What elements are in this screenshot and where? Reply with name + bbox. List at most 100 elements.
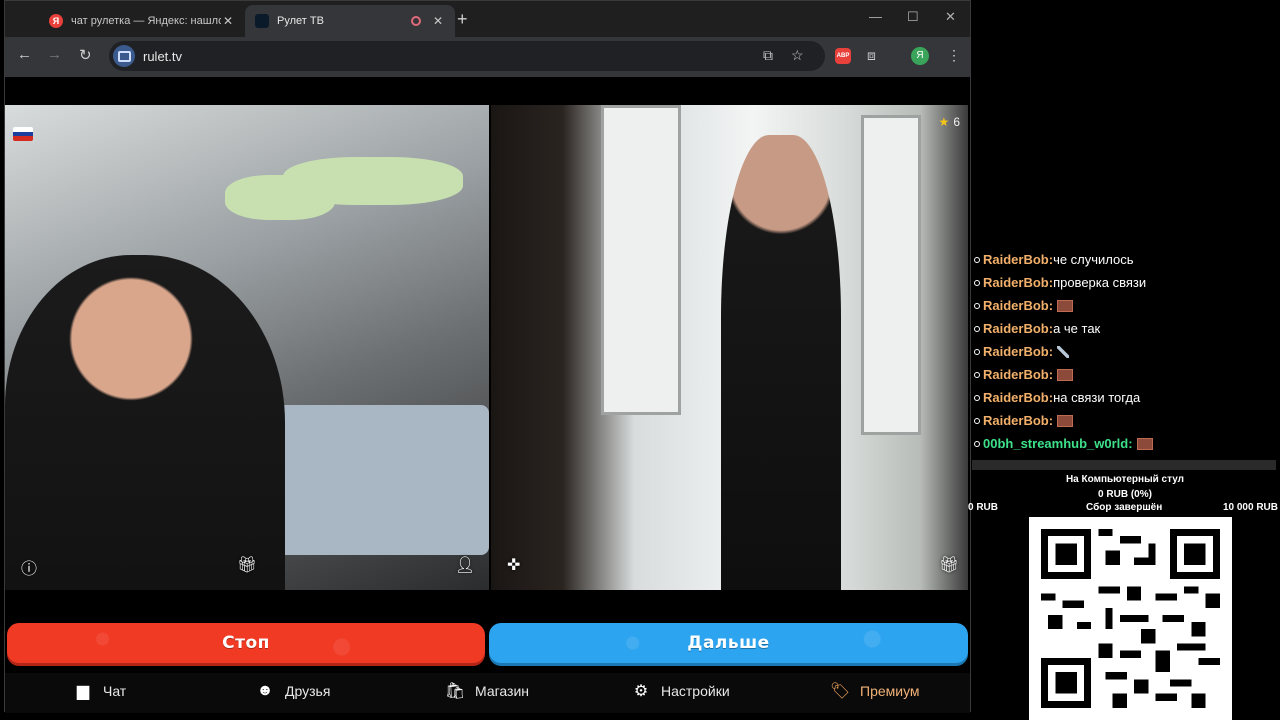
chat-text: че случилось: [1053, 252, 1134, 267]
chat-bullet-icon: [974, 256, 980, 263]
chat-username: RaiderBob:: [983, 252, 1054, 267]
chat-message: 00bh_streamhub_w0rld:: [972, 432, 1280, 455]
tab-bar: Я чат рулетка — Яндекс: нашлось ✕ Рулет …: [5, 1, 970, 37]
chat-message: RaiderBob:: [972, 340, 1280, 363]
donation-title: На Компьютерный стул: [1065, 474, 1185, 485]
chat-text: а че так: [1053, 321, 1101, 336]
bottom-nav: ▆ Чат ☻ Друзья 🛍︎ Магазин ⚙ Настройки 🏷︎: [5, 673, 970, 713]
chat-strip: [972, 460, 1276, 470]
tab-close-icon[interactable]: ✕: [431, 14, 445, 28]
address-bar[interactable]: rulet.tv: [109, 41, 825, 71]
chat-message: RaiderBob: на связи тогда: [972, 386, 1280, 409]
chat-message: RaiderBob: а че так: [972, 317, 1280, 340]
nav-label: Чат: [103, 683, 127, 699]
self-video: ⓘ 🎁︎ 👤︎: [5, 105, 489, 590]
chat-message: RaiderBob: че случилось: [972, 248, 1280, 271]
viewer-counter: ★ 6: [939, 115, 960, 129]
gamepad-icon[interactable]: ✜: [507, 555, 520, 575]
chat-username: RaiderBob:: [983, 275, 1054, 290]
chat-bullet-icon: [974, 348, 980, 355]
viewer-count: 6: [953, 115, 960, 129]
screen: Я чат рулетка — Яндекс: нашлось ✕ Рулет …: [0, 0, 1280, 720]
rulet-page: ⓘ 🎁︎ 👤︎ ★ 6 ✜ 🎁︎ Стоп Дальше ▆ Чат ☻ Дру…: [5, 77, 970, 713]
new-tab-button[interactable]: +: [457, 9, 468, 30]
install-app-icon[interactable]: ⧉: [763, 47, 773, 64]
donation-qr-code: [1029, 517, 1232, 720]
tab-yandex[interactable]: Я чат рулетка — Яндекс: нашлось ✕: [39, 5, 245, 37]
close-window-icon[interactable]: ✕: [945, 9, 956, 25]
chat-icon: ▆: [76, 683, 90, 700]
nav-chat[interactable]: ▆ Чат: [73, 681, 126, 701]
nav-shop[interactable]: 🛍︎ Магазин: [445, 681, 529, 701]
settings-icon: ⚙: [633, 683, 649, 700]
yandex-favicon-icon: Я: [49, 14, 63, 28]
gift-icon[interactable]: 🎁︎: [237, 555, 257, 575]
tab-title: чат рулетка — Яндекс: нашлось: [71, 15, 221, 27]
nav-settings[interactable]: ⚙ Настройки: [631, 681, 730, 701]
window-image: [861, 115, 921, 435]
chat-bullet-icon: [974, 325, 980, 332]
adblock-extension-icon[interactable]: ABP: [835, 48, 851, 64]
chat-text: проверка связи: [1053, 275, 1147, 290]
minimize-icon[interactable]: —: [869, 9, 882, 24]
back-icon[interactable]: ←: [17, 46, 32, 63]
extensions-icon[interactable]: ⧈: [867, 47, 876, 64]
window-image: [601, 105, 681, 415]
chat-username: RaiderBob:: [983, 298, 1054, 313]
chat-message: RaiderBob:: [972, 363, 1280, 386]
chat-bullet-icon: [974, 371, 980, 378]
donation-sum: 0 RUB (0%): [1098, 489, 1152, 500]
chat-message: RaiderBob:: [972, 294, 1280, 317]
maximize-icon[interactable]: ☐: [907, 9, 919, 25]
tab-title: Рулет ТВ: [277, 15, 324, 27]
stream-chat: RaiderBob: че случилось RaiderBob: проверка…: [972, 248, 1280, 455]
chat-bullet-icon: [974, 302, 980, 309]
donation-status: Сбор завершён: [1086, 502, 1163, 513]
chat-username: RaiderBob:: [983, 344, 1054, 359]
chat-text: на связи тогда: [1053, 390, 1141, 405]
brick-emote-icon: [1057, 414, 1074, 427]
forward-icon[interactable]: →: [47, 46, 62, 63]
knife-emote-icon: [1057, 345, 1070, 358]
tab-close-icon[interactable]: ✕: [221, 14, 235, 28]
friends-icon: ☻: [256, 682, 274, 699]
recording-icon: [411, 16, 421, 26]
donation-min: 0 RUB: [968, 502, 999, 513]
star-icon: ★: [938, 115, 950, 129]
chat-message: RaiderBob:: [972, 409, 1280, 432]
chat-message: RaiderBob: проверка связи: [972, 271, 1280, 294]
report-icon[interactable]: ⓘ: [21, 555, 37, 579]
stop-button[interactable]: Стоп: [7, 623, 485, 663]
chat-username: RaiderBob:: [983, 321, 1054, 336]
chat-username: RaiderBob:: [983, 390, 1054, 405]
gift-icon[interactable]: 🎁︎: [939, 555, 959, 575]
donation-goal: 10 000 RUB: [1222, 502, 1278, 513]
chat-bullet-icon: [974, 440, 980, 447]
tab-rulet[interactable]: Рулет ТВ ✕: [245, 5, 455, 37]
profile-icon[interactable]: 👤︎: [455, 555, 475, 575]
nav-label: Премиум: [860, 683, 920, 699]
partner-video: ★ 6 ✜ 🎁︎: [491, 105, 968, 590]
qr-code-image: [1041, 529, 1220, 708]
browser-window: Я чат рулетка — Яндекс: нашлось ✕ Рулет …: [4, 0, 971, 713]
site-info-icon[interactable]: [113, 45, 135, 67]
brick-emote-icon: [1057, 299, 1074, 312]
pillow-image: [283, 157, 463, 205]
nav-label: Магазин: [475, 683, 530, 699]
profile-avatar[interactable]: Я: [911, 47, 929, 65]
next-button[interactable]: Дальше: [489, 623, 968, 663]
brick-emote-icon: [1136, 437, 1153, 450]
bookmark-star-icon[interactable]: ☆: [791, 47, 804, 64]
nav-premium[interactable]: 🏷︎ Премиум: [830, 681, 920, 701]
reload-icon[interactable]: ↻: [79, 46, 92, 64]
browser-toolbar: ← → ↻ rulet.tv ⧉ ☆ ABP ⧈ Я ⋮: [5, 37, 970, 77]
brick-emote-icon: [1057, 368, 1074, 381]
chat-bullet-icon: [974, 394, 980, 401]
chat-username: RaiderBob:: [983, 367, 1054, 382]
menu-kebab-icon[interactable]: ⋮: [947, 47, 961, 64]
nav-label: Настройки: [661, 683, 730, 699]
chat-bullet-icon: [974, 417, 980, 424]
premium-icon: 🏷︎: [829, 683, 851, 700]
url-text: rulet.tv: [143, 48, 183, 64]
nav-friends[interactable]: ☻ Друзья: [255, 681, 331, 701]
